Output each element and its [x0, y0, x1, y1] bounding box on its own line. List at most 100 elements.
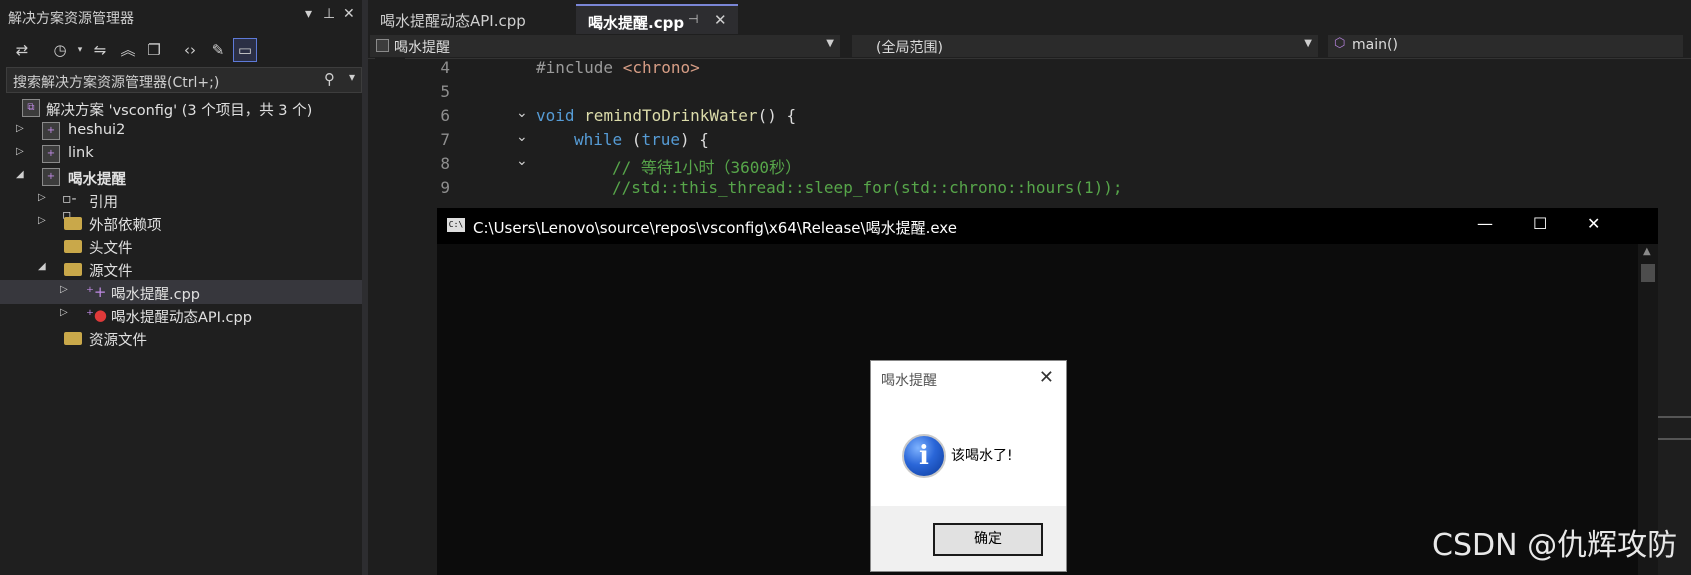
- tree-item-label: 引用: [89, 195, 118, 211]
- references-icon: ▫-▫: [62, 191, 77, 223]
- line-number: 8: [440, 154, 450, 173]
- dropdown-icon[interactable]: ▾: [305, 6, 312, 22]
- tree-item-label: heshui2: [68, 122, 126, 138]
- expand-arrow-icon[interactable]: ▷: [38, 192, 50, 203]
- dialog-message: 该喝水了!: [951, 448, 1013, 464]
- line-number: 7: [440, 130, 450, 149]
- tree-item-link[interactable]: ▷ + link: [0, 142, 362, 166]
- tree-item-resource-files[interactable]: 资源文件: [0, 326, 362, 350]
- watermark-text: CSDN @仇辉攻防: [1432, 528, 1678, 563]
- collapse-all-icon[interactable]: ︽: [116, 38, 140, 62]
- tree-item-solution[interactable]: ⧉ 解决方案 'vsconfig' (3 个项目，共 3 个): [0, 96, 362, 120]
- code-line-7[interactable]: while (true) {: [574, 130, 709, 149]
- tree-item-label: link: [68, 145, 94, 161]
- editor-tab-strip: 喝水提醒动态API.cpp 喝水提醒.cpp ⊣ ✕: [368, 0, 1691, 36]
- information-icon: i: [902, 434, 946, 478]
- project-dropdown-value: 喝水提醒: [394, 40, 450, 56]
- tab-label: 喝水提醒动态API.cpp: [380, 12, 526, 30]
- expand-arrow-icon[interactable]: ▷: [60, 307, 72, 318]
- minimize-button[interactable]: —: [1477, 214, 1493, 233]
- expand-arrow-icon[interactable]: ▷: [16, 146, 28, 157]
- code-view-icon[interactable]: ‹›: [178, 38, 202, 62]
- scope-dropdown[interactable]: (全局范围) ▼: [852, 35, 1318, 57]
- tree-item-label: 头文件: [89, 241, 133, 257]
- chevron-down-icon[interactable]: ▼: [826, 38, 834, 49]
- solution-search-placeholder: 搜索解决方案资源管理器(Ctrl+;): [13, 75, 220, 91]
- collapse-arrow-icon[interactable]: ◢: [16, 169, 28, 180]
- tree-item-label: 源文件: [89, 264, 133, 280]
- tree-item-heshuitixing-project[interactable]: ◢ + 喝水提醒: [0, 165, 362, 189]
- cpp-project-icon: +: [42, 122, 60, 140]
- filter-folder-icon: [64, 263, 82, 276]
- preview-selected-icon[interactable]: ▭: [233, 38, 257, 62]
- properties-wrench-icon[interactable]: ✎: [206, 38, 230, 62]
- cpp-file-icon: ⁺+: [86, 283, 107, 301]
- cpp-project-icon: +: [42, 168, 60, 186]
- switch-views-icon[interactable]: ⇄: [10, 38, 34, 62]
- solution-icon: ⧉: [22, 99, 40, 117]
- pin-icon[interactable]: ⊥: [323, 6, 335, 22]
- dialog-title: 喝水提醒: [881, 373, 937, 389]
- fold-chevron-icon[interactable]: ⌄: [516, 129, 528, 145]
- search-options-chevron-icon[interactable]: ▾: [349, 70, 355, 84]
- collapse-arrow-icon[interactable]: ◢: [38, 261, 50, 272]
- member-dropdown-value: main(): [1352, 37, 1398, 53]
- editor-navigation-bar: 喝水提醒 ▼ (全局范围) ▼ ⬡ main(): [368, 34, 1691, 59]
- tree-item-references[interactable]: ▷ ▫-▫ 引用: [0, 188, 362, 223]
- solution-explorer-titlebar: 解决方案资源管理器 ▾ ⊥ ✕: [0, 0, 362, 34]
- fold-chevron-icon[interactable]: ⌄: [516, 105, 528, 121]
- pin-tab-icon[interactable]: ⊣: [688, 12, 698, 26]
- ok-button[interactable]: 确定: [933, 523, 1043, 556]
- close-tab-icon[interactable]: ✕: [714, 11, 727, 29]
- console-titlebar[interactable]: C:\ C:\Users\Lenovo\source\repos\vsconfi…: [437, 208, 1658, 244]
- tab-label: 喝水提醒.cpp: [588, 14, 685, 32]
- tree-item-label: 资源文件: [89, 333, 147, 349]
- tree-item-heshui2[interactable]: ▷ + heshui2: [0, 119, 362, 143]
- console-title: C:\Users\Lenovo\source\repos\vsconfig\x6…: [473, 219, 957, 237]
- expand-arrow-icon[interactable]: ▷: [16, 123, 28, 134]
- code-line-9[interactable]: //std::this_thread::sleep_for(std::chron…: [612, 178, 1123, 197]
- tree-item-external-deps[interactable]: ▷ 外部依赖项: [0, 211, 362, 235]
- code-line-4[interactable]: #include <chrono>: [536, 58, 700, 77]
- message-box-dialog: 喝水提醒 ✕ i 该喝水了! 确定: [870, 360, 1067, 572]
- code-line-8[interactable]: // 等待1小时（3600秒）: [612, 154, 801, 178]
- tree-item-label: 喝水提醒: [68, 172, 126, 188]
- tree-item-cpp-file-excluded[interactable]: ▷ ⁺● 喝水提醒动态API.cpp: [0, 303, 362, 327]
- scrollbar-thumb[interactable]: [1641, 264, 1655, 282]
- scroll-up-arrow-icon[interactable]: ▲: [1643, 246, 1651, 257]
- background-line: [1658, 416, 1691, 418]
- fold-chevron-icon[interactable]: ⌄: [516, 153, 528, 169]
- editor-gutter: [375, 58, 405, 575]
- solution-search-box[interactable]: 搜索解决方案资源管理器(Ctrl+;) ⚲ ▾: [6, 67, 362, 93]
- tab-dynamic-api-cpp[interactable]: 喝水提醒动态API.cpp: [368, 4, 568, 34]
- expand-arrow-icon[interactable]: ▷: [38, 215, 50, 226]
- scope-dropdown-value: (全局范围): [876, 40, 943, 56]
- tree-item-label: 喝水提醒动态API.cpp: [111, 310, 252, 326]
- sync-icon[interactable]: ⇋: [88, 38, 112, 62]
- close-window-button[interactable]: ✕: [1587, 214, 1600, 233]
- tree-item-cpp-file-selected[interactable]: ▷ ⁺+ 喝水提醒.cpp: [0, 280, 362, 304]
- external-deps-folder-icon: [64, 217, 82, 230]
- close-icon[interactable]: ✕: [343, 6, 355, 22]
- background-line: [1658, 438, 1691, 440]
- dialog-close-button[interactable]: ✕: [1039, 367, 1054, 388]
- code-line-6[interactable]: void remindToDrinkWater() {: [536, 106, 796, 125]
- member-dropdown[interactable]: ⬡ main(): [1328, 35, 1683, 57]
- console-app-icon: C:\: [447, 218, 465, 232]
- panel-splitter[interactable]: [362, 0, 368, 575]
- line-number: 6: [440, 106, 450, 125]
- cpp-project-icon: [376, 39, 389, 52]
- tree-item-source-files[interactable]: ◢ 源文件: [0, 257, 362, 281]
- chevron-down-icon[interactable]: ▼: [1304, 38, 1312, 49]
- tab-heshuitixing-cpp[interactable]: 喝水提醒.cpp ⊣ ✕: [576, 4, 738, 36]
- maximize-button[interactable]: ☐: [1533, 214, 1547, 233]
- tree-item-label: 外部依赖项: [89, 218, 162, 234]
- solution-explorer-title: 解决方案资源管理器: [8, 11, 134, 27]
- filter-folder-icon: [64, 332, 82, 345]
- tree-item-label: 解决方案 'vsconfig' (3 个项目，共 3 个): [46, 103, 313, 119]
- expand-arrow-icon[interactable]: ▷: [60, 284, 72, 295]
- tree-item-header-files[interactable]: 头文件: [0, 234, 362, 258]
- show-all-files-icon[interactable]: ❐: [142, 38, 166, 62]
- project-dropdown[interactable]: 喝水提醒 ▼: [370, 35, 840, 57]
- search-icon[interactable]: ⚲: [324, 70, 335, 88]
